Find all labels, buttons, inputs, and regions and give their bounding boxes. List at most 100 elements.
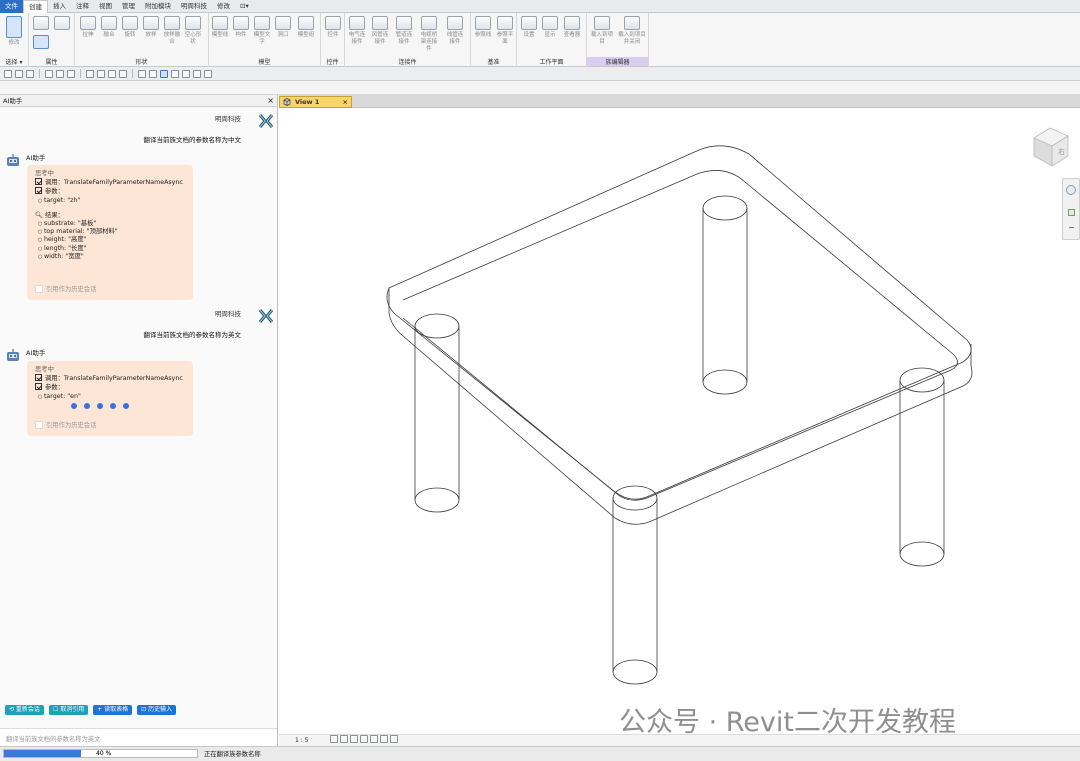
cancel-quote-button[interactable]: ☐ 取消引用 — [48, 705, 89, 715]
family-category-button[interactable] — [32, 16, 50, 32]
ai-chat-input[interactable]: 翻译当前族文档的参数名称为英文 — [0, 728, 277, 746]
quote-as-history-checkbox[interactable]: 引用作为历史会话 — [35, 285, 96, 294]
tab-view[interactable]: 视图 — [94, 0, 117, 13]
family-types-button[interactable] — [53, 16, 71, 32]
view-scale[interactable]: 1 : 5 — [295, 737, 308, 744]
detail-level-icon[interactable] — [330, 735, 339, 743]
show-work-plane-button[interactable]: 显示 — [541, 16, 559, 39]
view-tab-close-button[interactable]: × — [343, 97, 348, 107]
electrical-connector-button[interactable]: 电气连接件 — [348, 16, 366, 46]
default-3d-view-icon[interactable] — [138, 69, 146, 78]
tab-create[interactable]: 创建 — [23, 0, 48, 13]
user-message: 明周科技 翻译当前族文档的参数名称为中文 — [144, 113, 242, 144]
sync-icon[interactable] — [26, 69, 34, 78]
tab-insert[interactable]: 插入 — [48, 0, 71, 13]
redo-icon[interactable] — [56, 69, 64, 78]
save-icon[interactable] — [15, 69, 23, 78]
group-label-select[interactable]: 选择 ▾ — [0, 57, 28, 66]
text-icon[interactable] — [119, 69, 127, 78]
zoom-icon[interactable] — [1068, 209, 1075, 216]
steering-wheel-icon[interactable] — [1066, 185, 1076, 195]
open-icon[interactable] — [4, 69, 12, 78]
crop-view-icon[interactable] — [380, 735, 389, 743]
view-tab-label: View 1 — [295, 98, 320, 106]
status-message: 正在翻译族参数名称 — [204, 751, 261, 758]
hide-isolate-icon[interactable] — [390, 735, 399, 743]
model-line-button[interactable]: 模型线 — [211, 16, 229, 39]
reference-plane-button[interactable]: 参照平面 — [496, 16, 514, 46]
visual-style-icon[interactable] — [340, 735, 349, 743]
pipe-connector-button[interactable]: 管道连接件 — [395, 16, 413, 46]
extrusion-button[interactable]: 拉伸 — [79, 16, 97, 39]
control-icon — [325, 16, 341, 30]
modify-button[interactable]: 修改 — [5, 16, 23, 47]
history-input-button[interactable]: ⊡ 历史输入 — [137, 705, 177, 715]
blend-button[interactable]: 融合 — [100, 16, 118, 39]
section-icon[interactable] — [149, 69, 157, 78]
shadows-icon[interactable] — [360, 735, 369, 743]
component-button[interactable]: 构件 — [232, 16, 250, 39]
result-item: height: "高度" — [35, 236, 185, 244]
viewer-button[interactable]: 查看器 — [563, 16, 581, 39]
restart-session-button[interactable]: ⟲ 重新会话 — [5, 705, 44, 715]
tag-icon[interactable] — [108, 69, 116, 78]
customize-toolbar-icon[interactable] — [204, 69, 212, 78]
quote-as-history-checkbox[interactable]: 引用作为历史会话 — [35, 421, 96, 430]
revolve-button[interactable]: 旋转 — [121, 16, 139, 39]
viewcube[interactable]: 右 — [1028, 122, 1074, 168]
conduit-connector-button[interactable]: 线管连接件 — [446, 16, 464, 46]
undo-icon[interactable] — [45, 69, 53, 78]
tab-modify[interactable]: 修改 — [212, 0, 235, 13]
print-icon[interactable] — [67, 69, 75, 78]
switch-windows-icon[interactable] — [182, 69, 190, 78]
loading-dot — [84, 402, 90, 409]
read-table-button[interactable]: + 读取表格 — [93, 705, 133, 715]
model-text-icon — [254, 16, 270, 30]
load-into-project-and-close-button[interactable]: 载入到项目并关闭 — [617, 16, 647, 46]
duct-connector-button[interactable]: 风管连接件 — [371, 16, 389, 46]
void-forms-button[interactable]: 空心形状 — [184, 16, 202, 46]
user-avatar — [258, 309, 274, 323]
tab-view-1[interactable]: View 1 × — [279, 96, 352, 108]
ai-panel-close-button[interactable]: × — [267, 95, 274, 107]
swept-blend-button[interactable]: 放样融合 — [163, 16, 181, 46]
status-bar: 40 % 正在翻译族参数名称 — [0, 746, 1080, 761]
bot-name: AI助手 — [26, 154, 46, 162]
group-label-model: 模型 — [258, 59, 271, 66]
collapse-icon[interactable] — [1069, 227, 1074, 228]
opening-button[interactable]: 洞口 — [274, 16, 292, 39]
params-label: 参数： — [45, 188, 64, 196]
load-into-project-button[interactable]: 载入到项目 — [590, 16, 614, 46]
check-icon — [35, 178, 42, 186]
render-icon[interactable] — [370, 735, 379, 743]
sun-path-icon[interactable] — [350, 735, 359, 743]
measure-icon[interactable] — [86, 69, 94, 78]
user-name: 明周科技 — [215, 310, 241, 318]
close-hidden-windows-icon[interactable] — [171, 69, 179, 78]
model-group-button[interactable]: 模型组 — [297, 16, 315, 39]
sweep-button[interactable]: 放样 — [142, 16, 160, 39]
3d-viewport[interactable]: 右 公众号 · Revit二次开发教程 — [279, 108, 1080, 738]
reference-line-button[interactable]: 参照线 — [474, 16, 492, 39]
tab-addins[interactable]: 附加模块 — [140, 0, 176, 13]
tab-context[interactable]: ⊡▾ — [235, 0, 254, 13]
thin-lines-icon[interactable] — [160, 69, 168, 78]
set-work-plane-button[interactable]: 设置 — [520, 16, 538, 39]
cable-tray-connector-button[interactable]: 电缆桥架连接件 — [420, 16, 438, 53]
control-button[interactable]: 控件 — [324, 16, 342, 39]
model-text-button[interactable]: 模型文字 — [253, 16, 271, 46]
show-icon — [542, 16, 558, 30]
ai-panel-title: AI助手 — [3, 97, 23, 105]
tab-file[interactable]: 文件 — [0, 0, 23, 13]
blend-icon — [101, 16, 117, 30]
loading-dot — [71, 402, 77, 409]
dimension-icon[interactable] — [97, 69, 105, 78]
settings-icon[interactable] — [193, 69, 201, 78]
tab-manage[interactable]: 管理 — [117, 0, 140, 13]
tab-annotate[interactable]: 注释 — [71, 0, 94, 13]
user-message: 明周科技 翻译当前族文档的参数名称为英文 — [144, 308, 242, 339]
properties-button[interactable] — [32, 35, 50, 51]
tab-mingzhou[interactable]: 明周科技 — [176, 0, 212, 13]
pipe-connector-icon — [396, 16, 412, 30]
check-icon — [35, 383, 42, 391]
